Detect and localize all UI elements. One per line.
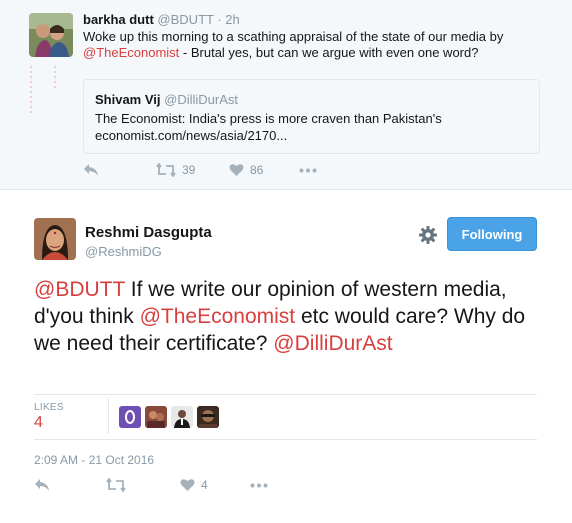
parent-author-name[interactable]: barkha dutt — [83, 12, 154, 27]
like-count: 4 — [201, 478, 208, 492]
retweet-icon — [156, 163, 176, 177]
divider — [34, 439, 537, 440]
reply-button[interactable] — [83, 163, 99, 177]
parent-tweet[interactable]: barkha dutt @BDUTT · 2h Woke up this mor… — [0, 0, 572, 190]
reply-button[interactable] — [34, 478, 50, 492]
gear-icon[interactable] — [418, 225, 438, 245]
mention-link[interactable]: @TheEconomist — [83, 45, 179, 60]
likers-avatars — [119, 406, 219, 428]
likes-count[interactable]: 4 — [34, 414, 43, 432]
reply-icon — [83, 163, 99, 177]
liker-avatar[interactable] — [145, 406, 167, 428]
liker-avatar[interactable] — [197, 406, 219, 428]
quoted-tweet-text: The Economist: India's press is more cra… — [95, 110, 515, 144]
heart-icon — [229, 163, 244, 177]
mention-link[interactable]: @TheEconomist — [140, 305, 296, 328]
retweet-count: 39 — [182, 163, 196, 177]
like-button[interactable]: 4 — [180, 478, 208, 492]
liker-avatar[interactable] — [119, 406, 141, 428]
tweet-text: @BDUTT If we write our opinion of wester… — [34, 276, 534, 357]
reply-icon — [34, 478, 50, 492]
quoted-tweet[interactable]: Shivam Vij @DilliDurAst The Economist: I… — [83, 79, 540, 154]
divider — [34, 394, 537, 395]
like-count: 86 — [250, 163, 264, 177]
quoted-author-name: Shivam Vij — [95, 92, 161, 107]
liker-avatar[interactable] — [171, 406, 193, 428]
retweet-button[interactable] — [106, 478, 126, 492]
more-icon — [299, 168, 317, 173]
quoted-tweet-header: Shivam Vij @DilliDurAst — [95, 92, 238, 107]
parent-tweet-text: Woke up this morning to a scathing appra… — [83, 29, 543, 61]
thread-connector — [29, 64, 59, 116]
tweet-timestamp[interactable]: 2:09 AM - 21 Oct 2016 — [34, 453, 154, 467]
more-icon — [250, 483, 268, 488]
quoted-text-line2: economist.com/news/asia/2170... — [95, 128, 288, 143]
mention-link[interactable]: @DilliDurAst — [273, 332, 392, 355]
quoted-text-line1: The Economist: India's press is more cra… — [95, 111, 442, 126]
more-button[interactable] — [299, 168, 317, 173]
heart-icon — [180, 478, 195, 492]
reshmi-dasgupta-avatar[interactable] — [34, 218, 76, 260]
parent-author-handle[interactable]: @BDUTT — [157, 12, 213, 27]
parent-text-rest: - Brutal yes, but can we argue with even… — [179, 45, 479, 60]
parent-tweet-actions: 39 86 — [83, 163, 383, 181]
parent-tweet-time[interactable]: · 2h — [217, 12, 239, 27]
author-handle[interactable]: @ReshmiDG — [85, 244, 162, 259]
retweet-icon — [106, 478, 126, 492]
retweet-button[interactable]: 39 — [156, 163, 195, 177]
parent-tweet-header: barkha dutt @BDUTT · 2h — [83, 12, 240, 27]
likes-label[interactable]: LIKES — [34, 402, 64, 413]
quoted-author-handle: @DilliDurAst — [164, 92, 239, 107]
stats-divider — [108, 398, 109, 434]
more-button[interactable] — [250, 483, 268, 488]
parent-text-line1: Woke up this morning to a scathing appra… — [83, 29, 504, 44]
author-name[interactable]: Reshmi Dasgupta — [85, 224, 212, 241]
like-button[interactable]: 86 — [229, 163, 263, 177]
following-button[interactable]: Following — [447, 217, 537, 251]
mention-link[interactable]: @BDUTT — [34, 278, 125, 301]
tweet-actions: 4 — [34, 478, 334, 496]
barkha-dutt-avatar[interactable] — [29, 13, 73, 57]
